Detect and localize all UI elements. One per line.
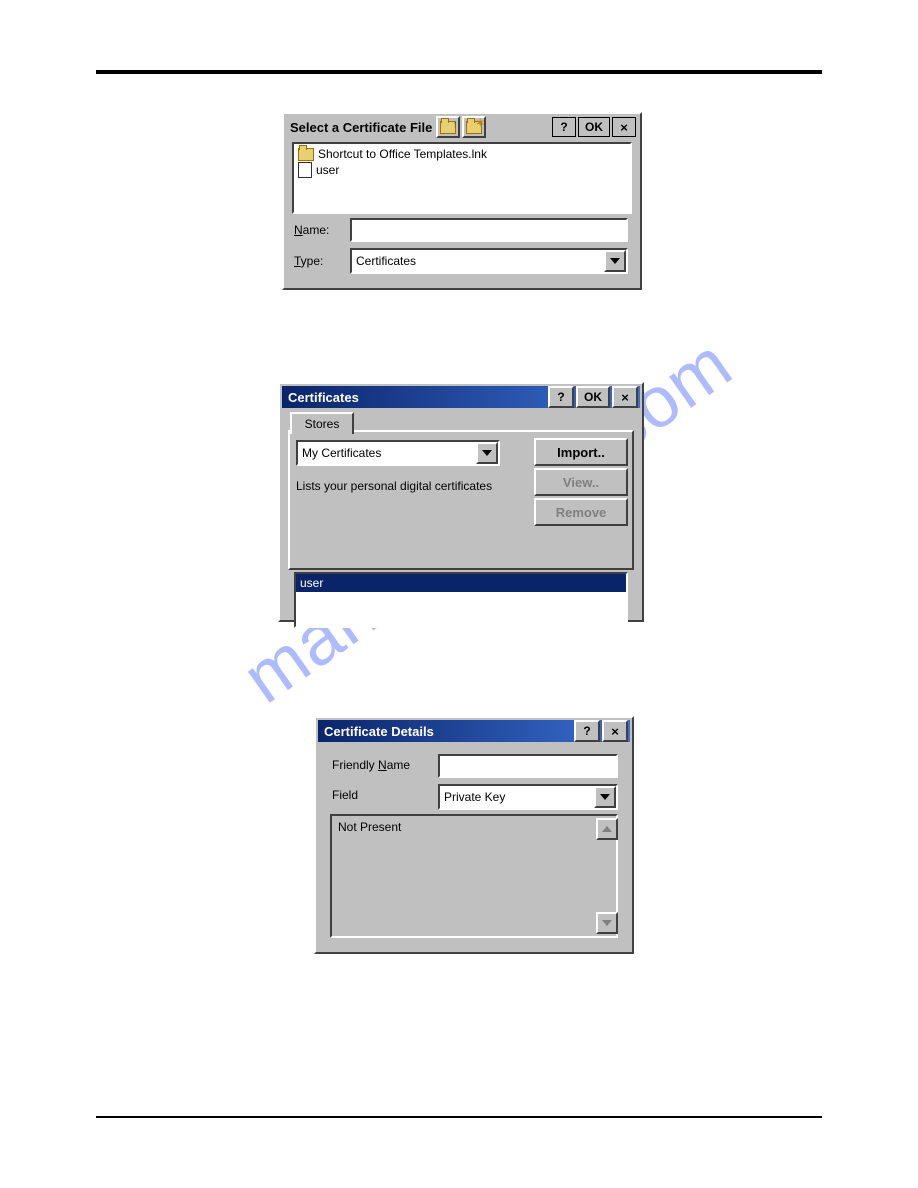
list-item[interactable]: Shortcut to Office Templates.lnk <box>298 146 626 162</box>
name-label: Name: <box>294 223 329 237</box>
scrollbar[interactable] <box>596 818 614 934</box>
folder-up-icon[interactable]: ↑ <box>436 116 460 138</box>
name-input[interactable] <box>350 218 628 242</box>
view-button[interactable]: View.. <box>534 468 628 496</box>
type-dropdown[interactable]: Certificates <box>350 248 628 274</box>
page-rule-bottom <box>96 1116 822 1118</box>
tab-stores[interactable]: Stores <box>290 412 354 434</box>
file-name: Shortcut to Office Templates.lnk <box>318 147 487 161</box>
list-item-selected[interactable]: user <box>296 574 626 592</box>
close-button[interactable]: × <box>602 720 628 742</box>
chevron-down-icon[interactable] <box>604 250 626 272</box>
store-dropdown[interactable]: My Certificates <box>296 440 500 466</box>
dialog3-titlebar: Certificate Details ? × <box>318 720 630 742</box>
friendly-name-label: Friendly Name <box>332 758 410 772</box>
file-name: user <box>316 163 339 177</box>
help-button[interactable]: ? <box>574 720 600 742</box>
field-label: Field <box>332 788 358 802</box>
detail-text: Not Present <box>338 820 401 834</box>
file-list-pane[interactable]: Shortcut to Office Templates.lnk user <box>292 142 632 214</box>
scroll-up-icon[interactable] <box>596 818 618 840</box>
help-button[interactable]: ? <box>552 117 576 137</box>
select-certificate-file-dialog: Select a Certificate File ↑ ✶ ? OK × Sho… <box>282 112 642 290</box>
detail-textarea[interactable]: Not Present <box>330 814 618 938</box>
friendly-name-input[interactable] <box>438 754 618 778</box>
certificate-listbox[interactable]: user <box>294 572 628 628</box>
type-label: Type: <box>294 254 323 268</box>
dialog2-body: Stores My Certificates Lists your person… <box>282 408 640 618</box>
store-description: Lists your personal digital certificates <box>296 478 496 494</box>
store-selected: My Certificates <box>298 446 476 460</box>
help-button[interactable]: ? <box>548 386 574 408</box>
close-button[interactable]: × <box>612 386 638 408</box>
chevron-down-icon[interactable] <box>476 442 498 464</box>
ok-button[interactable]: OK <box>576 386 610 408</box>
dialog3-title: Certificate Details <box>324 724 434 739</box>
page-rule-top <box>96 70 822 74</box>
dialog2-titlebar: Certificates ? OK × <box>282 386 640 408</box>
remove-button[interactable]: Remove <box>534 498 628 526</box>
field-dropdown[interactable]: Private Key <box>438 784 618 810</box>
chevron-down-icon[interactable] <box>594 786 616 808</box>
certificate-details-dialog: Certificate Details ? × Friendly Name Fi… <box>314 716 634 954</box>
dialog3-body: Friendly Name Field Private Key Not Pres… <box>318 742 630 950</box>
certificates-dialog: Certificates ? OK × Stores My Certificat… <box>278 382 644 622</box>
dialog1-title: Select a Certificate File <box>290 120 432 135</box>
scroll-down-icon[interactable] <box>596 912 618 934</box>
import-button[interactable]: Import.. <box>534 438 628 466</box>
type-value: Certificates <box>352 254 604 268</box>
file-icon <box>298 162 312 178</box>
field-value: Private Key <box>440 790 594 804</box>
ok-button[interactable]: OK <box>578 117 610 137</box>
dialog1-titlebar: Select a Certificate File ↑ ✶ ? OK × <box>286 116 638 138</box>
folder-icon <box>298 148 314 161</box>
dialog2-title: Certificates <box>288 390 359 405</box>
new-folder-icon[interactable]: ✶ <box>462 116 486 138</box>
close-button[interactable]: × <box>612 117 636 137</box>
list-item[interactable]: user <box>298 162 626 178</box>
